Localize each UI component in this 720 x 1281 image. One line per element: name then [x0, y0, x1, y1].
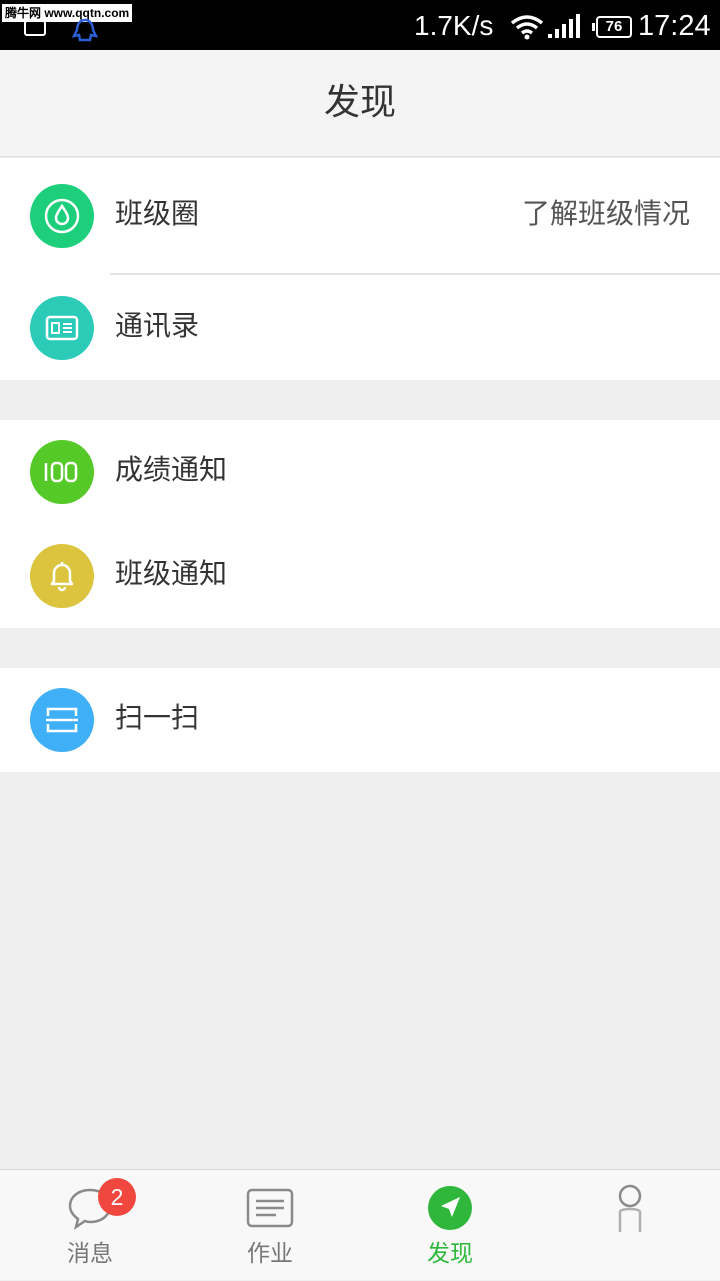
unread-badge: 2	[98, 1178, 136, 1216]
profile-person-icon	[618, 1184, 642, 1232]
status-bar: 腾牛网 www.qqtn.com 1.7K/s 76 17:24	[0, 0, 720, 50]
wifi-icon	[510, 15, 544, 40]
menu-item-class-notice[interactable]: 班级通知	[0, 524, 720, 628]
signal-icon	[548, 14, 580, 38]
page-title: 发现	[323, 82, 396, 123]
tab-label: 作业	[247, 1241, 293, 1267]
menu-item-hint: 了解班级情况	[521, 197, 690, 230]
menu-item-class-circle[interactable]: 班级圈 了解班级情况	[0, 164, 720, 268]
contact-card-icon	[30, 296, 94, 360]
notification-image-icon	[24, 20, 46, 36]
menu-item-score-notice[interactable]: 成绩通知	[0, 420, 720, 524]
menu-item-contacts[interactable]: 通讯录	[0, 276, 720, 380]
menu-item-scan[interactable]: 扫一扫	[0, 668, 720, 772]
divider	[110, 273, 720, 275]
tab-label: 发现	[427, 1241, 473, 1267]
bottom-tab-bar: 2 消息 作业 发现	[0, 1169, 720, 1280]
droplet-icon	[30, 184, 94, 248]
menu-item-label: 班级通知	[115, 557, 228, 590]
menu-item-label: 成绩通知	[115, 453, 228, 486]
menu-item-label: 扫一扫	[115, 701, 200, 734]
homework-list-icon	[246, 1188, 294, 1228]
menu-group-notices: 成绩通知 班级通知	[0, 420, 720, 628]
tab-messages[interactable]: 2 消息	[0, 1170, 180, 1281]
tab-discover[interactable]: 发现	[360, 1170, 540, 1281]
menu-item-label: 通讯录	[115, 309, 200, 342]
tab-profile[interactable]	[540, 1170, 720, 1281]
scan-icon	[30, 688, 94, 752]
menu-item-label: 班级圈	[115, 197, 200, 230]
bell-icon	[30, 544, 94, 608]
discover-compass-icon	[428, 1186, 472, 1230]
menu-group-tools: 扫一扫	[0, 668, 720, 772]
tab-label: 消息	[67, 1241, 113, 1267]
page-header: 发现	[0, 50, 720, 157]
network-speed: 1.7K/s	[414, 10, 494, 41]
watermark-label: 腾牛网 www.qqtn.com	[2, 4, 133, 22]
battery-icon: 76	[592, 16, 632, 38]
qq-notification-icon	[71, 18, 99, 42]
menu-group-class: 班级圈 了解班级情况 通讯录	[0, 158, 720, 380]
score-100-icon	[30, 440, 94, 504]
tab-homework[interactable]: 作业	[180, 1170, 360, 1281]
clock: 17:24	[638, 10, 711, 42]
